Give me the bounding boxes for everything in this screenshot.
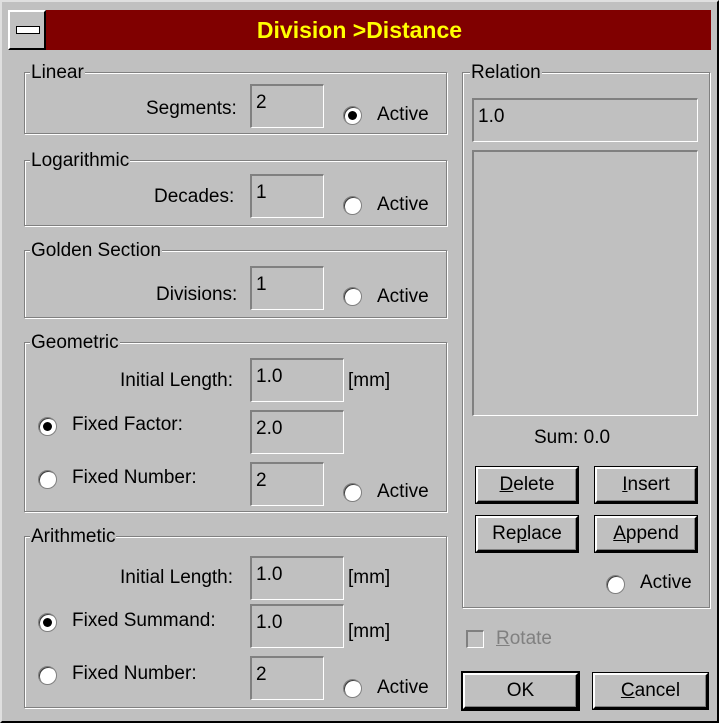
- arithmetic-active-label: Active: [377, 677, 429, 698]
- logarithmic-active-radio[interactable]: [343, 196, 362, 215]
- fixed-summand-radio[interactable]: [38, 613, 57, 632]
- fixed-summand-input[interactable]: 1.0: [250, 604, 344, 648]
- insert-button[interactable]: Insert: [595, 467, 697, 503]
- arithmetic-legend: Arithmetic: [30, 526, 117, 548]
- cancel-label-accel: C: [620, 680, 635, 701]
- fixed-factor-label: Fixed Factor:: [72, 414, 183, 435]
- ok-button[interactable]: OK: [463, 673, 578, 709]
- relation-input[interactable]: 1.0: [472, 98, 698, 142]
- rotate-label-post: otate: [509, 628, 552, 649]
- radio-selected-dot: [43, 618, 52, 627]
- arithmetic-fixed-number-radio[interactable]: [38, 666, 57, 685]
- linear-active-radio[interactable]: [343, 106, 362, 125]
- relation-legend: Relation: [470, 62, 542, 84]
- divisions-label: Divisions:: [156, 284, 238, 305]
- geometric-fixed-number-label: Fixed Number:: [72, 467, 197, 488]
- geometric-active-label: Active: [377, 481, 429, 502]
- system-menu-icon: [16, 26, 40, 34]
- arithmetic-fixed-number-input[interactable]: 2: [250, 656, 324, 700]
- insert-label-post: nsert: [627, 474, 670, 495]
- cancel-button[interactable]: Cancel: [593, 673, 708, 709]
- divisions-input[interactable]: 1: [250, 266, 324, 310]
- relation-active-label: Active: [640, 572, 692, 593]
- relation-active-radio[interactable]: [606, 575, 625, 594]
- fixed-summand-unit: [mm]: [348, 621, 391, 642]
- geometric-initial-length-input[interactable]: 1.0: [250, 358, 344, 402]
- append-button[interactable]: Append: [595, 516, 697, 552]
- ok-label: OK: [506, 680, 535, 701]
- geometric-initial-length-unit: [mm]: [348, 370, 391, 391]
- decades-input[interactable]: 1: [250, 174, 324, 218]
- geometric-active-radio[interactable]: [343, 483, 362, 502]
- golden-active-radio[interactable]: [343, 287, 362, 306]
- geometric-initial-length-label: Initial Length:: [120, 370, 234, 391]
- logarithmic-legend: Logarithmic: [30, 150, 131, 172]
- arithmetic-initial-length-input[interactable]: 1.0: [250, 556, 344, 600]
- arithmetic-initial-length-unit: [mm]: [348, 567, 391, 588]
- geometric-fixed-number-radio[interactable]: [38, 470, 57, 489]
- cancel-label-post: ancel: [634, 680, 681, 701]
- arithmetic-active-radio[interactable]: [343, 679, 362, 698]
- relation-list[interactable]: [472, 150, 698, 416]
- delete-button[interactable]: Delete: [476, 467, 578, 503]
- arithmetic-fixed-number-label: Fixed Number:: [72, 663, 197, 684]
- segments-input[interactable]: 2: [250, 84, 324, 128]
- golden-active-label: Active: [377, 286, 429, 307]
- fixed-factor-input[interactable]: 2.0: [250, 410, 344, 454]
- rotate-label-accel: R: [496, 628, 510, 649]
- append-label-post: ppend: [625, 523, 679, 544]
- replace-label-pre: Re: [492, 523, 517, 544]
- geometric-legend: Geometric: [30, 332, 120, 354]
- segments-label: Segments:: [146, 98, 237, 119]
- rotate-label: Rotate: [496, 628, 552, 650]
- dialog-title: Division >Distance: [256, 17, 463, 43]
- logarithmic-active-label: Active: [377, 194, 429, 215]
- golden-section-legend: Golden Section: [30, 240, 162, 262]
- replace-button[interactable]: Replace: [476, 516, 578, 552]
- linear-legend: Linear: [30, 62, 85, 84]
- append-label-accel: A: [613, 523, 626, 544]
- rotate-checkbox[interactable]: [466, 630, 484, 648]
- system-menu-button[interactable]: [8, 10, 46, 50]
- radio-selected-dot: [43, 422, 52, 431]
- radio-selected-dot: [348, 111, 357, 120]
- fixed-summand-label: Fixed Summand:: [72, 610, 216, 631]
- replace-label-accel: p: [516, 523, 527, 544]
- title-bar: Division >Distance: [8, 10, 711, 50]
- fixed-factor-radio[interactable]: [38, 417, 57, 436]
- relation-sum: Sum: 0.0: [534, 427, 611, 448]
- decades-label: Decades:: [154, 186, 235, 207]
- replace-label-post: lace: [527, 523, 562, 544]
- delete-label-post: elete: [513, 474, 555, 495]
- linear-active-label: Active: [377, 104, 429, 125]
- delete-label-accel: D: [499, 474, 514, 495]
- arithmetic-initial-length-label: Initial Length:: [120, 567, 234, 588]
- geometric-fixed-number-input[interactable]: 2: [250, 462, 324, 506]
